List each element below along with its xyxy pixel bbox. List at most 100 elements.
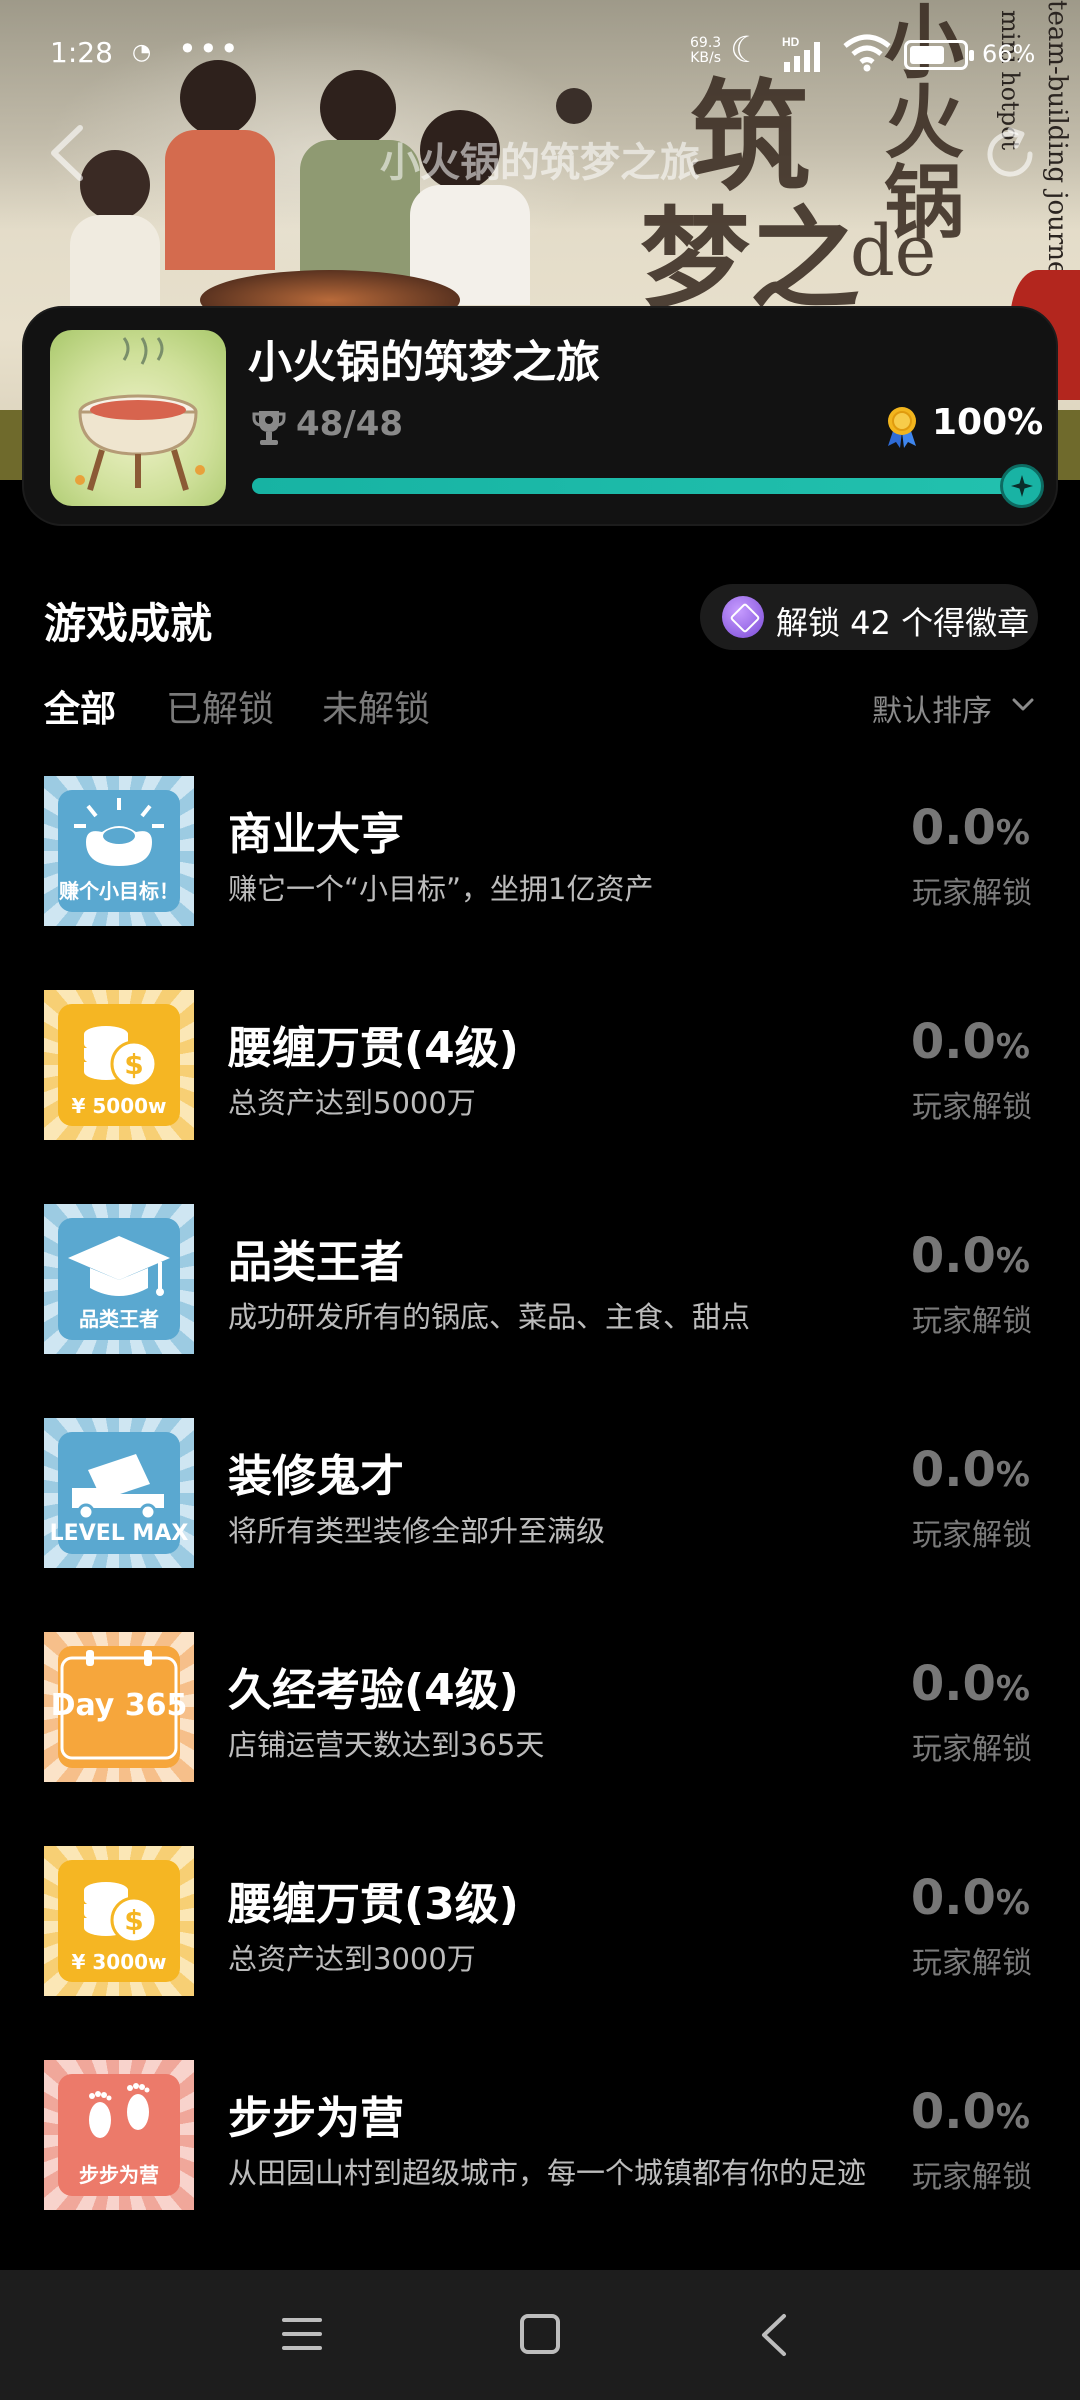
achievement-percent: 0.0% (911, 1014, 1030, 1070)
achievement-unlock-label: 玩家解锁 (912, 1732, 1032, 1767)
tab-locked[interactable]: 未解锁 (322, 680, 430, 732)
achievement-desc: 总资产达到5000万 (228, 1086, 476, 1120)
achievement-desc: 赚它一个“小目标”，坐拥1亿资产 (228, 872, 654, 906)
achievement-percent: 0.0% (911, 1656, 1030, 1712)
achievement-icon-caption: 步步为营 (79, 2163, 159, 2187)
achievement-row[interactable]: Day 365 久经考验(4级) 店铺运营天数达到365天 0.0% 玩家解锁 (0, 1632, 1080, 1846)
achievement-icon-caption: Day 365 (50, 1688, 188, 1723)
achievement-icon: $ ¥ 3000w (44, 1846, 194, 1996)
chevron-down-icon[interactable] (1010, 692, 1036, 718)
achievement-percent-unit: % (995, 1669, 1030, 1709)
progress-star-icon (1000, 464, 1044, 508)
achievement-icon: $ ¥ 5000w (44, 990, 194, 1140)
achievement-desc: 总资产达到3000万 (228, 1942, 476, 1976)
badge-unlock-pill[interactable]: 解锁 42 个得徽章 (700, 584, 1038, 650)
signal-hd-label: HD (782, 35, 800, 49)
game-thumbnail (50, 330, 226, 506)
network-speed-unit: KB/s (690, 50, 721, 66)
achievement-title: 步步为营 (228, 2093, 404, 2144)
achievement-desc: 成功研发所有的锅底、菜品、主食、甜点 (228, 1300, 751, 1334)
achievement-unlock-label: 玩家解锁 (912, 1518, 1032, 1553)
achievement-title: 腰缠万贯(4级) (228, 1023, 519, 1074)
achievement-title: 品类王者 (228, 1237, 404, 1288)
notification-app-icon: ◔ (132, 40, 152, 65)
achievement-title: 腰缠万贯(3级) (228, 1879, 519, 1930)
progress-fill (252, 478, 1022, 494)
banner-person-body (70, 215, 160, 315)
achievement-percent-value: 0.0 (910, 1870, 996, 1926)
achievement-percent-unit: % (995, 813, 1030, 853)
achievement-row[interactable]: 步步为营 步步为营 从田园山村到超级城市，每一个城镇都有你的足迹 0.0% 玩家… (0, 2060, 1080, 2274)
home-icon[interactable] (520, 2314, 560, 2354)
achievement-percent-value: 0.0 (910, 1656, 996, 1712)
game-summary-card[interactable]: 小火锅的筑梦之旅 48/48 100% (22, 306, 1058, 526)
tab-unlocked[interactable]: 已解锁 (166, 680, 274, 732)
achievement-icon-caption: ¥ 5000w (71, 1094, 167, 1118)
status-time: 1:28 (50, 36, 113, 69)
achievement-title: 装修鬼才 (228, 1451, 404, 1502)
system-back-icon[interactable] (758, 2312, 790, 2358)
achievement-unlock-label: 玩家解锁 (912, 1090, 1032, 1125)
achievement-desc: 店铺运营天数达到365天 (228, 1728, 545, 1762)
badge-unlock-text: 解锁 42 个得徽章 (776, 604, 1030, 642)
page-title: 小火锅的筑梦之旅 (380, 140, 700, 186)
svg-text:$: $ (124, 1048, 143, 1081)
achievement-icon: LEVEL MAX (44, 1418, 194, 1568)
more-notifications-icon: ••• (178, 30, 241, 68)
achievement-percent-unit: % (995, 1455, 1030, 1495)
do-not-disturb-icon: ☾ (730, 30, 763, 71)
achievement-percent-unit: % (995, 1027, 1030, 1067)
achievement-percent-unit: % (995, 1883, 1030, 1923)
achievement-row[interactable]: 品类王者 品类王者 成功研发所有的锅底、菜品、主食、甜点 0.0% 玩家解锁 (0, 1204, 1080, 1418)
game-name: 小火锅的筑梦之旅 (248, 337, 600, 388)
network-speed: 69.3 KB/s (690, 36, 721, 66)
wifi-icon (843, 34, 891, 72)
recents-menu-icon[interactable] (282, 2316, 322, 2352)
section-title: 游戏成就 (44, 599, 213, 648)
tab-all[interactable]: 全部 (44, 680, 116, 732)
achievement-percent: 0.0% (911, 800, 1030, 856)
achievement-row[interactable]: 赚个小目标！ 商业大亨 赚它一个“小目标”，坐拥1亿资产 0.0% 玩家解锁 (0, 776, 1080, 990)
achievement-percent-value: 0.0 (910, 800, 996, 856)
achievement-percent: 0.0% (911, 1442, 1030, 1498)
status-bar: 1:28 ◔ ••• 69.3 KB/s ☾ HD 66% (0, 0, 1080, 100)
achievement-desc: 将所有类型装修全部升至满级 (228, 1514, 606, 1548)
achievement-percent: 0.0% (911, 1228, 1030, 1284)
hotpot-illustration-icon (75, 337, 205, 491)
achievement-icon-caption: LEVEL MAX (49, 1521, 189, 1546)
medal-icon (888, 407, 916, 448)
achievement-percent-value: 0.0 (910, 1442, 996, 1498)
achievement-percent-unit: % (995, 1241, 1030, 1281)
achievement-title: 久经考验(4级) (228, 1665, 519, 1716)
achievement-percent-value: 0.0 (910, 1228, 996, 1284)
sort-dropdown[interactable]: 默认排序 (872, 686, 992, 730)
battery-percent: 66% (982, 40, 1036, 68)
achievement-unlock-label: 玩家解锁 (912, 1304, 1032, 1339)
achievement-unlock-label: 玩家解锁 (912, 1946, 1032, 1981)
achievement-row[interactable]: $ ¥ 5000w 腰缠万贯(4级) 总资产达到5000万 0.0% 玩家解锁 (0, 990, 1080, 1204)
share-icon[interactable] (980, 124, 1040, 184)
achievement-row[interactable]: LEVEL MAX 装修鬼才 将所有类型装修全部升至满级 0.0% 玩家解锁 (0, 1418, 1080, 1632)
achievement-title: 商业大亨 (228, 809, 404, 860)
achievement-desc: 从田园山村到超级城市，每一个城镇都有你的足迹 (228, 2156, 867, 2190)
achievement-icon-caption: 赚个小目标！ (59, 879, 179, 903)
battery-icon (904, 40, 974, 70)
achievement-percent-value: 0.0 (910, 1014, 996, 1070)
achievement-percent: 0.0% (911, 2084, 1030, 2140)
achievement-unlock-label: 玩家解锁 (912, 876, 1032, 911)
trophy-icon (252, 411, 286, 445)
achievement-percent-unit: % (995, 2097, 1030, 2137)
achievement-unlock-label: 玩家解锁 (912, 2160, 1032, 2195)
achievement-icon: 步步为营 (44, 2060, 194, 2210)
completion-percent: 100% (932, 402, 1044, 443)
achievement-icon: 品类王者 (44, 1204, 194, 1354)
achievement-percent: 0.0% (911, 1870, 1030, 1926)
signal-icon: HD (782, 35, 820, 72)
achievement-row[interactable]: $ ¥ 3000w 腰缠万贯(3级) 总资产达到3000万 0.0% 玩家解锁 (0, 1846, 1080, 2060)
achievement-icon-caption: ¥ 3000w (71, 1950, 167, 1974)
achievement-icon: Day 365 (44, 1632, 194, 1782)
completion-progress-bar (252, 464, 1044, 508)
badge-gem-icon (722, 596, 764, 638)
system-navigation-bar (0, 2270, 1080, 2400)
achievement-icon: 赚个小目标！ (44, 776, 194, 926)
